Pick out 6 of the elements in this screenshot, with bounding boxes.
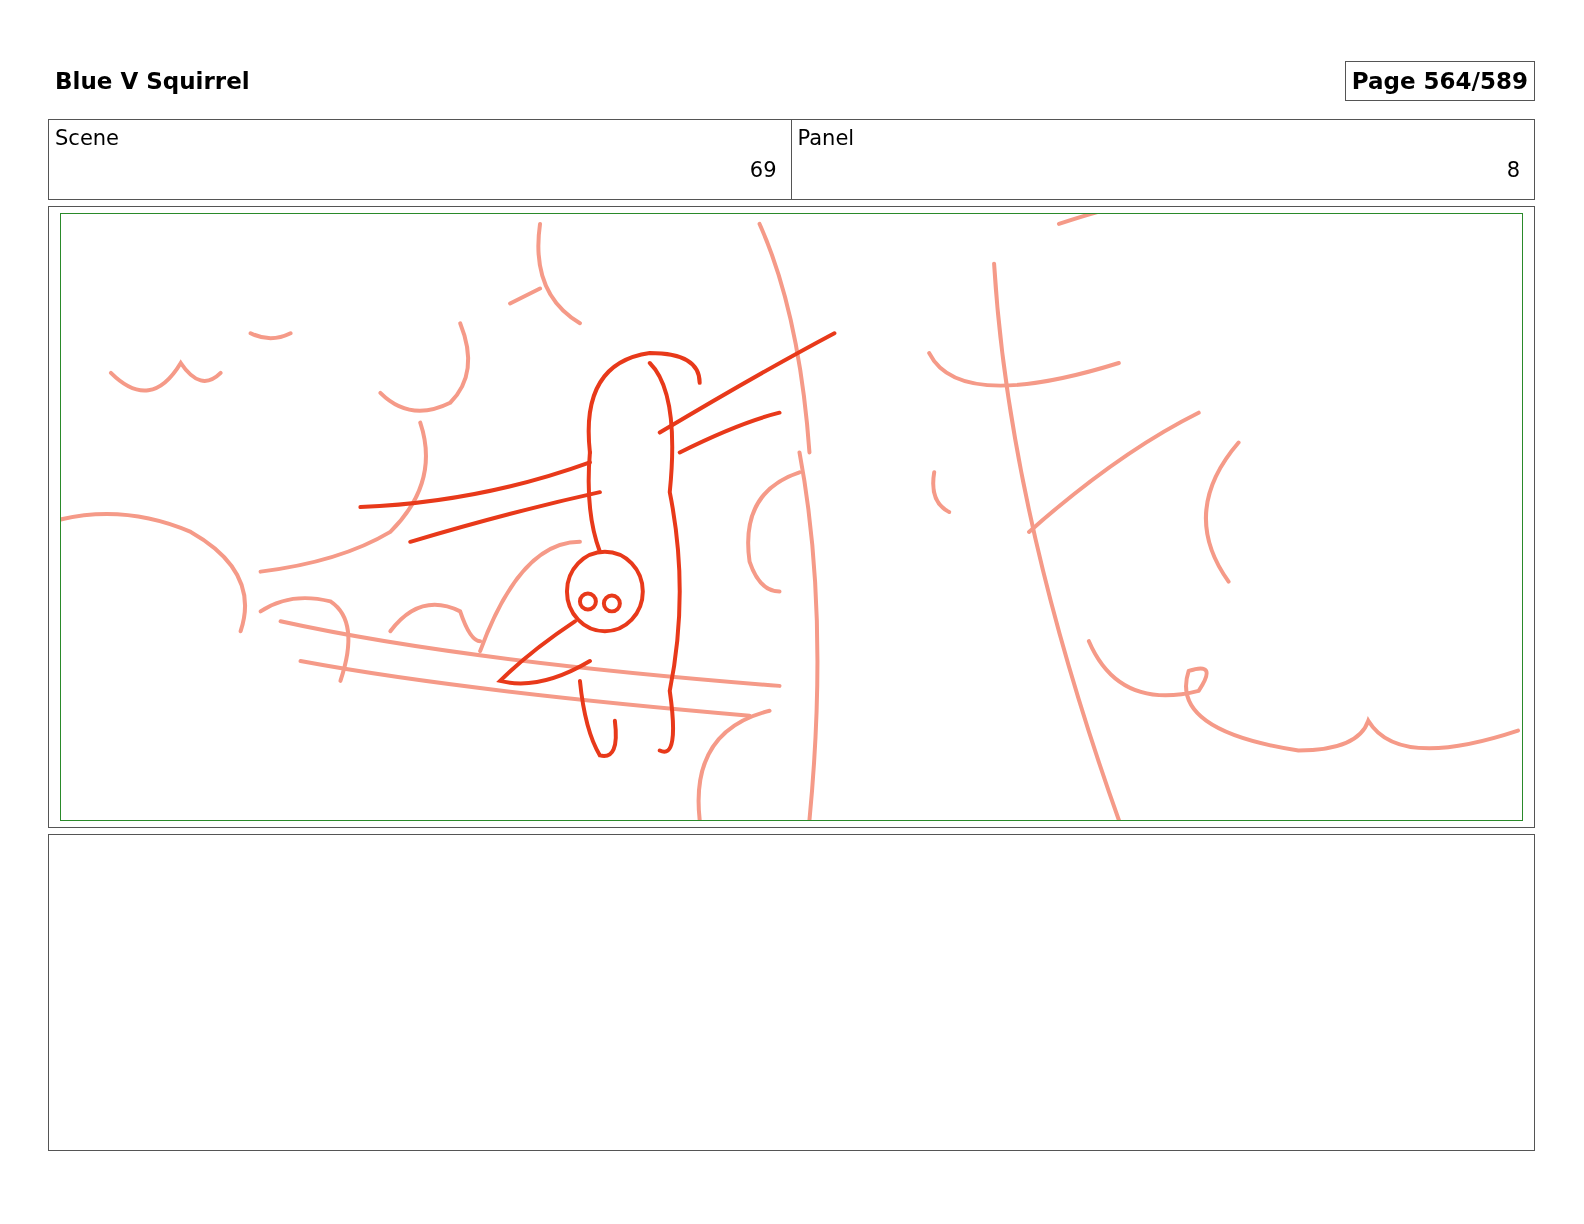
field-label: Panel <box>797 126 856 150</box>
page-number: Page 564/589 <box>1344 61 1535 101</box>
field-label: Scene <box>55 126 121 150</box>
field-value: 69 <box>749 158 777 182</box>
storyboard-title: Blue V Squirrel <box>54 68 250 94</box>
field-value: 8 <box>1506 158 1520 182</box>
